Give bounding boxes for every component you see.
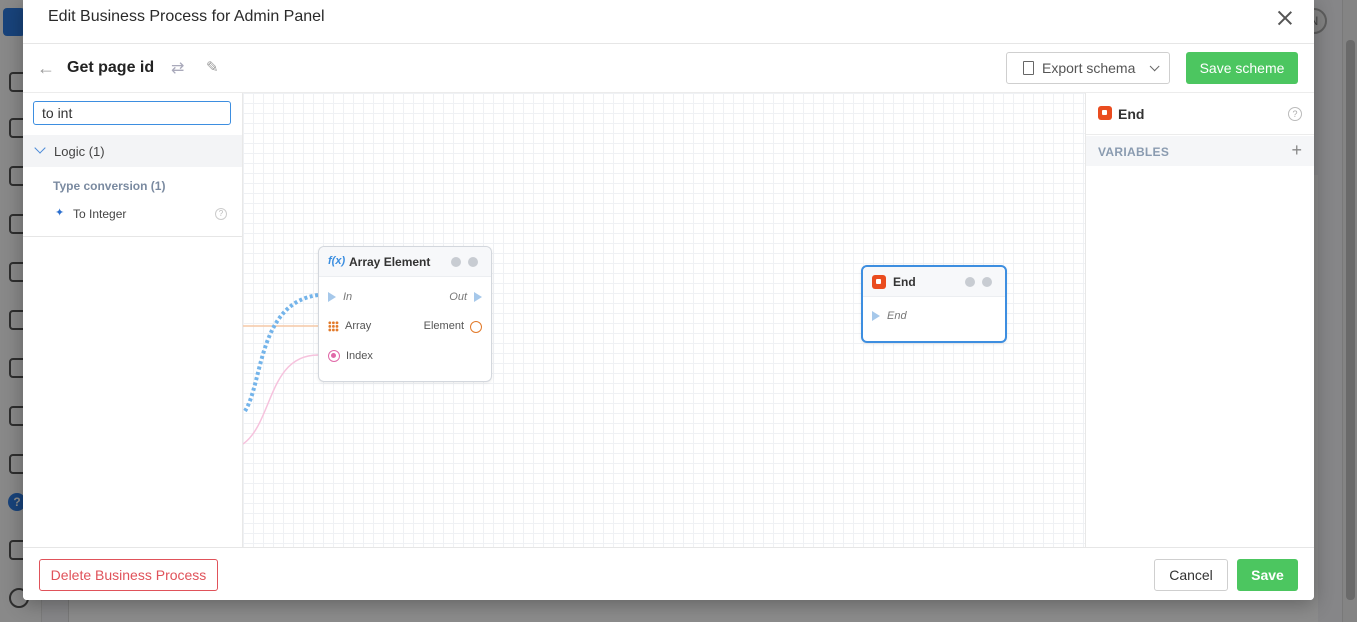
properties-header: End ? [1086, 93, 1314, 135]
export-schema-button[interactable]: Export schema [1006, 52, 1170, 84]
node-title: Array Element [349, 255, 431, 269]
index-port-icon[interactable] [328, 350, 340, 362]
group-logic-label: Logic (1) [54, 144, 105, 159]
comment-icon[interactable] [982, 277, 992, 287]
node-header: f(x) Array Element [319, 247, 491, 277]
port-array-label: Array [345, 320, 372, 332]
function-item-to-integer[interactable]: ✦ To Integer ? [23, 203, 242, 227]
variables-section: VARIABLES + [1086, 136, 1314, 166]
edit-icon[interactable]: ✎ [206, 58, 219, 76]
edit-business-process-modal: Edit Business Process for Admin Panel ← … [23, 0, 1314, 600]
modal-title: Edit Business Process for Admin Panel [48, 8, 325, 25]
port-end-label: End [887, 310, 907, 322]
delete-business-process-button[interactable]: Delete Business Process [39, 559, 218, 591]
node-array-element[interactable]: f(x) Array Element In Out Array Element … [318, 246, 492, 382]
chevron-down-icon [1150, 60, 1160, 71]
process-toolbar: ← Get page id ⇄ ✎ Export schema Save sch… [23, 44, 1314, 93]
fx-icon: f(x) [328, 255, 346, 267]
info-icon[interactable] [965, 277, 975, 287]
flow-wire [243, 293, 319, 413]
port-out-label: Out [449, 291, 467, 303]
process-canvas[interactable]: f(x) Array Element In Out Array Element … [243, 93, 1085, 547]
help-circle-icon[interactable]: ? [1288, 107, 1302, 121]
modal-footer: Delete Business Process Cancel Save [23, 547, 1314, 600]
end-square-icon [872, 275, 886, 289]
node-end[interactable]: End End [861, 265, 1007, 343]
end-square-icon [1098, 106, 1112, 120]
port-in-label: In [343, 291, 353, 303]
subgroup-type-conversion[interactable]: Type conversion (1) [53, 179, 165, 193]
cancel-button[interactable]: Cancel [1154, 559, 1228, 591]
back-arrow-icon[interactable]: ← [37, 58, 55, 79]
save-scheme-button[interactable]: Save scheme [1186, 52, 1298, 84]
flow-in-port-icon[interactable] [328, 292, 336, 302]
process-name: Get page id [67, 59, 155, 76]
document-icon [1023, 61, 1034, 75]
element-port-icon[interactable] [470, 321, 482, 333]
properties-title: End [1118, 106, 1145, 122]
group-logic[interactable]: Logic (1) [23, 135, 242, 167]
swap-icon[interactable]: ⇄ [171, 58, 184, 78]
port-index-label: Index [346, 350, 373, 362]
array-port-icon[interactable] [328, 321, 339, 332]
function-library-panel: Logic (1) Type conversion (1) ✦ To Integ… [23, 93, 243, 547]
node-properties-panel: End ? VARIABLES + [1085, 93, 1314, 547]
info-icon[interactable] [451, 257, 461, 267]
node-title: End [893, 275, 916, 289]
save-button[interactable]: Save [1237, 559, 1298, 591]
close-icon[interactable] [1274, 7, 1296, 29]
sparkle-icon: ✦ [55, 207, 65, 219]
add-variable-icon[interactable]: + [1291, 140, 1302, 161]
function-search-input[interactable] [33, 101, 231, 125]
function-item-label: To Integer [73, 207, 127, 221]
help-circle-icon[interactable]: ? [215, 208, 227, 220]
chevron-down-icon [34, 142, 46, 154]
node-header: End [863, 267, 1005, 297]
flow-in-port-icon[interactable] [872, 311, 880, 321]
comment-icon[interactable] [468, 257, 478, 267]
export-schema-label: Export schema [1042, 60, 1136, 76]
index-wire [243, 354, 319, 445]
divider [23, 236, 242, 237]
port-element-label: Element [423, 320, 464, 332]
flow-out-port-icon[interactable] [474, 292, 482, 302]
variables-label: VARIABLES [1098, 145, 1170, 159]
modal-header: Edit Business Process for Admin Panel [23, 0, 1314, 44]
